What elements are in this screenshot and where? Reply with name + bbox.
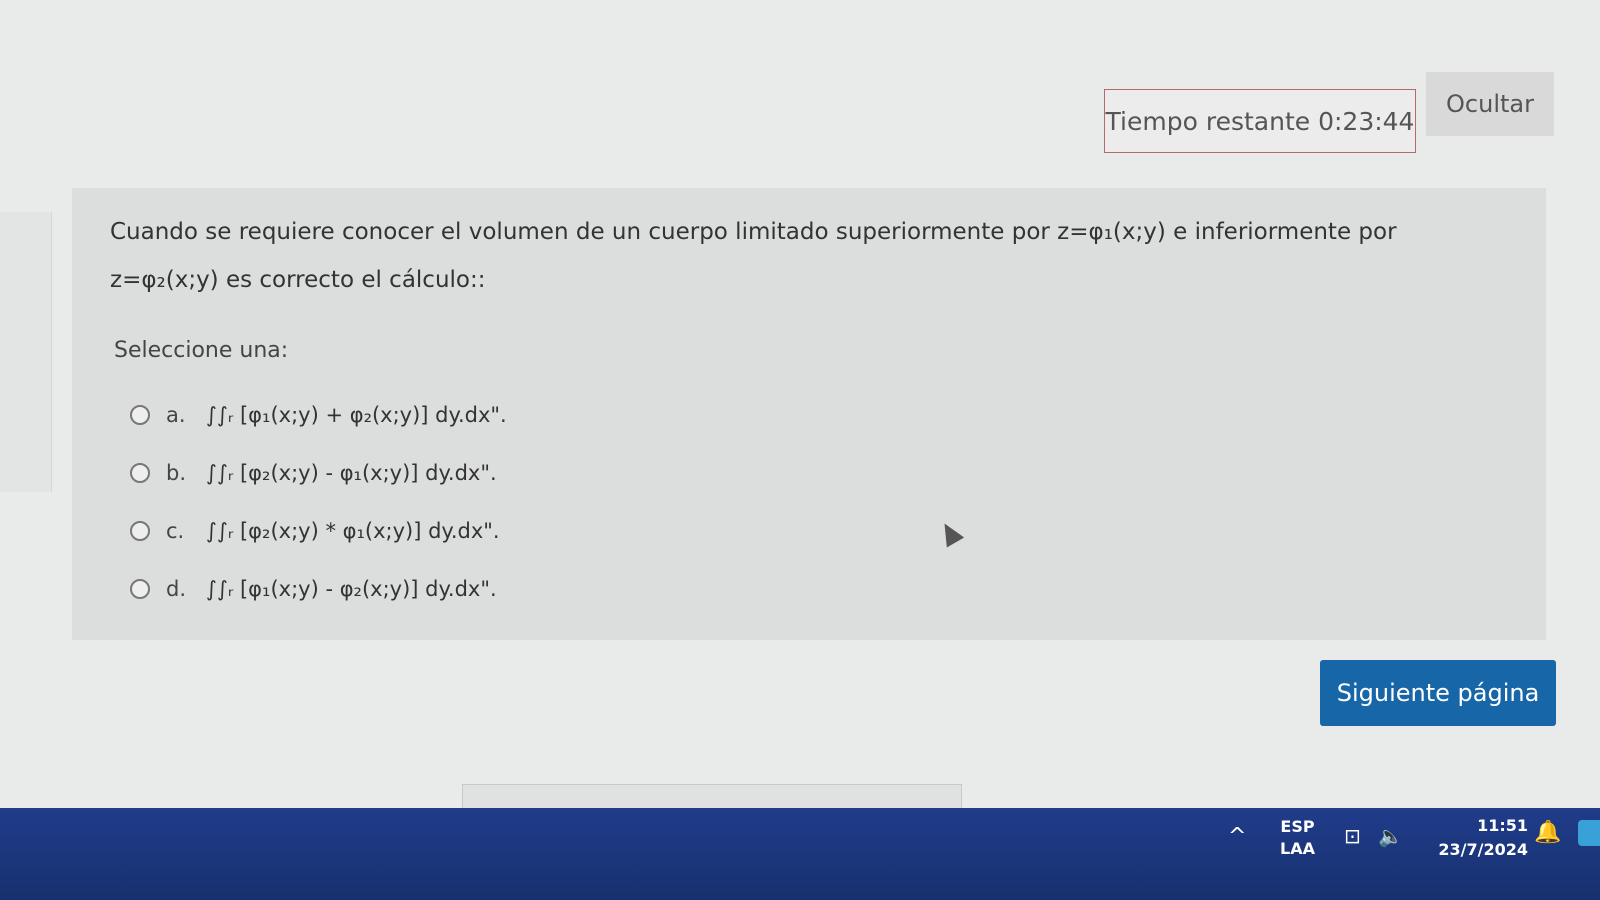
network-icon[interactable]: ⊡ (1344, 824, 1361, 848)
answer-option-a[interactable]: a. ∫∫ᵣ [φ₁(x;y) + φ₂(x;y)] dy.dx". (130, 386, 507, 444)
keyboard-layout-code: LAA (1280, 839, 1315, 858)
clock-date: 23/7/2024 (1438, 840, 1528, 859)
question-text: Cuando se requiere conocer el volumen de… (110, 219, 1397, 293)
radio-button[interactable] (130, 579, 150, 599)
radio-button[interactable] (130, 463, 150, 483)
side-navigation-panel (0, 212, 52, 492)
answer-option-d[interactable]: d. ∫∫ᵣ [φ₁(x;y) - φ₂(x;y)] dy.dx". (130, 560, 507, 618)
notification-bell-icon[interactable]: 🔔 (1534, 820, 1561, 845)
answer-formula: ∫∫ᵣ [φ₂(x;y) * φ₁(x;y)] dy.dx". (206, 519, 500, 543)
answer-letter: b. (166, 461, 187, 485)
radio-button[interactable] (130, 405, 150, 425)
answer-prompt: Seleccione una: (114, 338, 289, 363)
bottom-panel-tab (462, 784, 962, 810)
answer-option-c[interactable]: c. ∫∫ᵣ [φ₂(x;y) * φ₁(x;y)] dy.dx". (130, 502, 507, 560)
answer-list: a. ∫∫ᵣ [φ₁(x;y) + φ₂(x;y)] dy.dx". b. ∫∫… (130, 386, 507, 618)
timer-label: Tiempo restante (1105, 106, 1311, 136)
answer-letter: a. (166, 403, 186, 427)
language-code: ESP (1280, 817, 1315, 836)
answer-formula: ∫∫ᵣ [φ₁(x;y) + φ₂(x;y)] dy.dx". (206, 403, 507, 427)
answer-option-b[interactable]: b. ∫∫ᵣ [φ₂(x;y) - φ₁(x;y)] dy.dx". (130, 444, 507, 502)
show-hidden-icons-chevron-icon[interactable]: ^ (1228, 824, 1246, 849)
app-edge-icon[interactable] (1578, 820, 1600, 846)
windows-taskbar: ^ ESP LAA ⊡ 🔈 11:51 23/7/2024 🔔 (0, 808, 1600, 900)
answer-letter: c. (166, 519, 185, 543)
system-clock[interactable]: 11:51 23/7/2024 (1420, 814, 1528, 862)
input-language-indicator[interactable]: ESP LAA (1280, 816, 1315, 860)
next-page-button[interactable]: Siguiente página (1320, 660, 1556, 726)
answer-formula: ∫∫ᵣ [φ₂(x;y) - φ₁(x;y)] dy.dx". (206, 461, 497, 485)
hide-timer-button[interactable]: Ocultar (1426, 72, 1554, 136)
volume-icon[interactable]: 🔈 (1378, 824, 1403, 848)
timer-value: 0:23:44 (1318, 106, 1415, 136)
radio-button[interactable] (130, 521, 150, 541)
answer-formula: ∫∫ᵣ [φ₁(x;y) - φ₂(x;y)] dy.dx". (206, 577, 497, 601)
clock-time: 11:51 (1477, 816, 1528, 835)
answer-letter: d. (166, 577, 187, 601)
timer-box: Tiempo restante 0:23:44 (1104, 89, 1416, 153)
question-panel: Cuando se requiere conocer el volumen de… (72, 188, 1546, 640)
